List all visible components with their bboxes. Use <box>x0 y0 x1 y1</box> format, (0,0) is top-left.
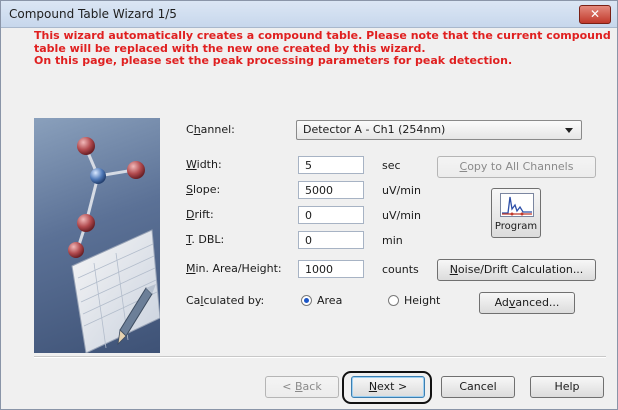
molecule-illustration <box>68 137 160 353</box>
next-button[interactable]: Next > <box>351 376 425 398</box>
tdbl-label: T. DBL: <box>186 233 225 246</box>
program-label: Program <box>494 221 538 232</box>
advanced-button[interactable]: Advanced... <box>479 292 575 314</box>
slope-unit: uV/min <box>382 184 421 197</box>
footer-separator <box>34 356 606 358</box>
title-bar: Compound Table Wizard 1/5 ✕ <box>1 1 617 28</box>
program-button[interactable]: Program <box>491 188 541 238</box>
channel-label: Channel: <box>186 123 235 136</box>
radio-selected-dot <box>304 298 309 303</box>
warning-line-1: This wizard automatically creates a comp… <box>34 29 611 42</box>
chevron-down-icon <box>565 128 573 133</box>
warning-message: This wizard automatically creates a comp… <box>34 29 611 68</box>
close-icon: ✕ <box>589 7 601 21</box>
min-area-label: Min. Area/Height: <box>186 262 282 275</box>
copy-to-all-channels-button[interactable]: Copy to All Channels <box>437 156 596 178</box>
drift-label: Drift: <box>186 208 214 221</box>
help-button[interactable]: Help <box>530 376 604 398</box>
slope-label: Slope: <box>186 183 221 196</box>
chromatogram-icon <box>500 193 534 217</box>
window-title: Compound Table Wizard 1/5 <box>9 7 177 21</box>
tdbl-field[interactable]: 0 <box>298 231 364 249</box>
tdbl-unit: min <box>382 234 403 247</box>
noise-drift-calculation-button[interactable]: Noise/Drift Calculation... <box>437 259 596 281</box>
close-button[interactable]: ✕ <box>579 5 611 24</box>
drift-field[interactable]: 0 <box>298 206 364 224</box>
min-area-field[interactable]: 1000 <box>298 260 364 278</box>
wizard-illustration <box>34 118 160 353</box>
radio-height-label: Height <box>404 294 441 307</box>
back-button[interactable]: < Back <box>265 376 339 398</box>
radio-area-button[interactable] <box>301 295 312 306</box>
channel-select-value: Detector A - Ch1 (254nm) <box>303 123 446 136</box>
calculated-by-label: Calculated by: <box>186 294 265 307</box>
drift-unit: uV/min <box>382 209 421 222</box>
warning-line-3: On this page, please set the peak proces… <box>34 54 513 67</box>
cancel-button[interactable]: Cancel <box>441 376 515 398</box>
width-label: Width: <box>186 158 222 171</box>
radio-height-button[interactable] <box>388 295 399 306</box>
min-area-unit: counts <box>382 263 419 276</box>
width-field[interactable]: 5 <box>298 156 364 174</box>
slope-field[interactable]: 5000 <box>298 181 364 199</box>
channel-select[interactable]: Detector A - Ch1 (254nm) <box>296 120 582 140</box>
width-unit: sec <box>382 159 401 172</box>
radio-area-label: Area <box>317 294 343 307</box>
